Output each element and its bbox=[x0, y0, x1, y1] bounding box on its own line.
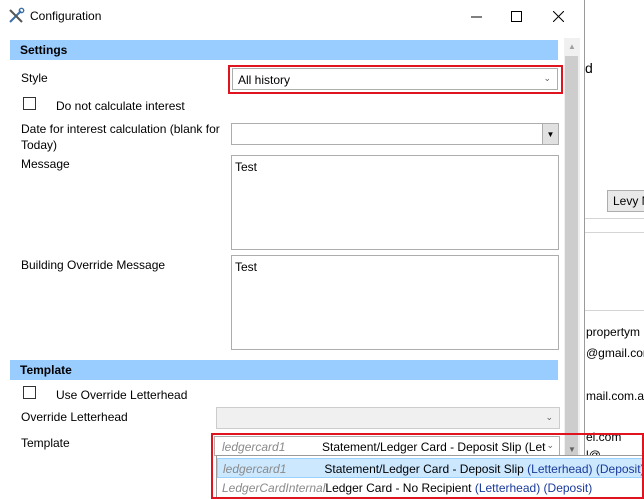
style-label: Style bbox=[21, 71, 48, 85]
dialog-content: Settings Style All history ⌄ Do not calc… bbox=[10, 38, 563, 499]
template-label: Template bbox=[21, 436, 70, 450]
no-interest-label: Do not calculate interest bbox=[56, 99, 185, 113]
message-textarea[interactable]: Test bbox=[231, 155, 559, 250]
no-interest-checkbox[interactable] bbox=[23, 97, 36, 110]
background-app: d Levy N propertym @gmail.cor mail.com.a… bbox=[585, 0, 644, 499]
building-override-label: Building Override Message bbox=[21, 258, 166, 272]
background-mark: d bbox=[585, 60, 593, 76]
tools-icon bbox=[9, 7, 25, 23]
divider bbox=[585, 310, 644, 311]
chevron-down-icon: ⌄ bbox=[545, 412, 553, 422]
message-label: Message bbox=[21, 157, 70, 171]
override-letterhead-select[interactable]: ⌄ bbox=[216, 407, 560, 429]
building-override-textarea[interactable]: Test bbox=[231, 255, 559, 350]
window-title: Configuration bbox=[30, 9, 102, 23]
minimize-button[interactable] bbox=[456, 0, 496, 32]
vertical-scrollbar[interactable]: ▲ ▼ bbox=[564, 38, 580, 499]
date-dropdown-button[interactable]: ▼ bbox=[542, 124, 558, 144]
date-label: Date for interest calculation (blank for… bbox=[21, 122, 220, 152]
maximize-icon bbox=[510, 10, 522, 22]
scroll-up-icon[interactable]: ▲ bbox=[564, 38, 580, 54]
bg-text: mail.com.a bbox=[586, 389, 644, 403]
override-letterhead-label: Override Letterhead bbox=[21, 410, 128, 424]
use-override-checkbox[interactable] bbox=[23, 386, 36, 399]
title-bar[interactable]: Configuration bbox=[0, 0, 584, 32]
template-header: Template bbox=[10, 360, 558, 380]
interest-date-field[interactable]: ▼ bbox=[231, 123, 559, 145]
minimize-icon bbox=[470, 16, 482, 17]
close-icon bbox=[552, 10, 564, 22]
levy-button[interactable]: Levy N bbox=[607, 190, 644, 212]
divider bbox=[585, 232, 644, 233]
settings-header: Settings bbox=[10, 40, 558, 60]
bg-text: @gmail.cor bbox=[586, 346, 644, 360]
divider bbox=[585, 218, 644, 219]
use-override-label: Use Override Letterhead bbox=[56, 388, 188, 402]
highlight-box bbox=[211, 433, 644, 499]
configuration-dialog: Configuration Settings Style All history… bbox=[0, 0, 585, 499]
highlight-box bbox=[228, 65, 563, 94]
bg-text: propertym bbox=[586, 325, 641, 339]
scroll-thumb[interactable] bbox=[565, 56, 578, 458]
maximize-button[interactable] bbox=[496, 0, 536, 32]
close-button[interactable] bbox=[538, 0, 578, 32]
